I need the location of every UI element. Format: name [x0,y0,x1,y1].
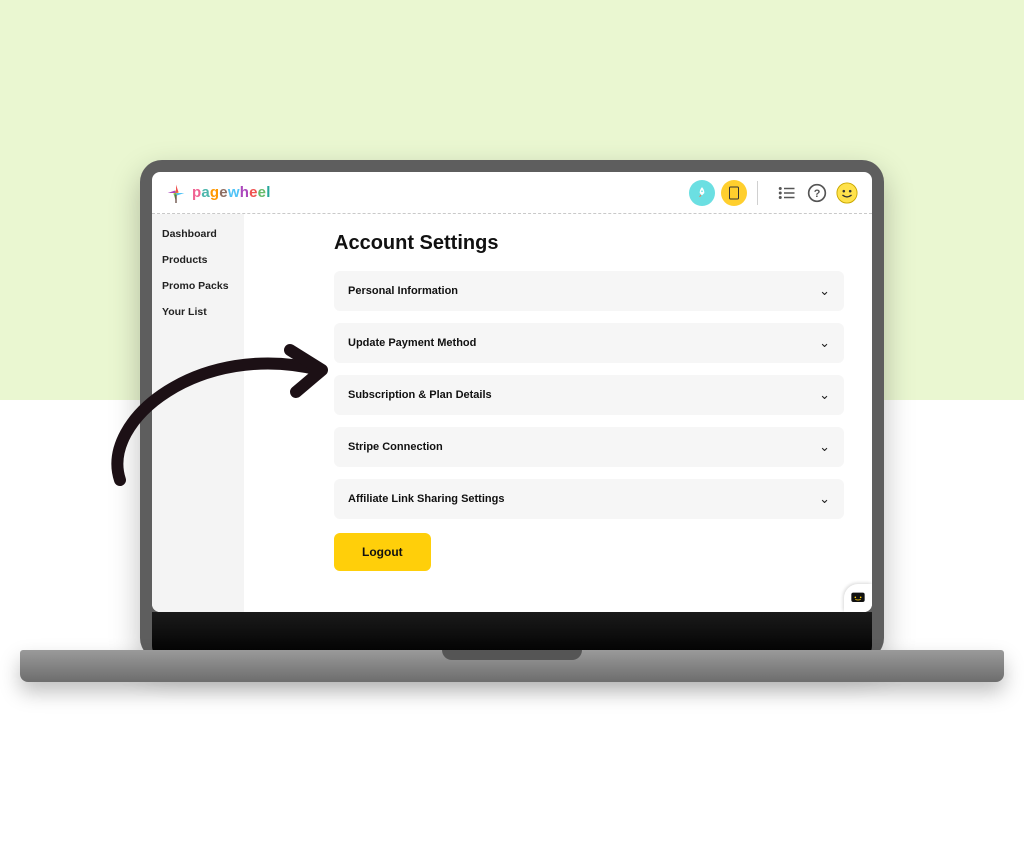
accordion-label: Affiliate Link Sharing Settings [348,493,504,505]
sidebar-item-promo-packs[interactable]: Promo Packs [162,280,234,292]
accordion-update-payment-method[interactable]: Update Payment Method ⌄ [334,323,844,363]
accordion-stripe-connection[interactable]: Stripe Connection ⌄ [334,427,844,467]
svg-text:?: ? [814,188,821,200]
app-screen: pagewheel [152,172,872,612]
smiley-icon [836,182,858,204]
chevron-down-icon: ⌄ [819,491,830,507]
accordion-subscription-plan-details[interactable]: Subscription & Plan Details ⌄ [334,375,844,415]
page-title: Account Settings [334,232,844,255]
accordion-label: Stripe Connection [348,441,443,453]
accordion-personal-information[interactable]: Personal Information ⌄ [334,271,844,311]
brand-logo[interactable]: pagewheel [166,183,271,203]
list-icon [778,186,796,200]
topbar-divider [757,181,758,205]
main-content: Account Settings Personal Information ⌄ … [244,214,872,612]
accordion-label: Personal Information [348,285,458,297]
accordion-label: Update Payment Method [348,337,476,349]
chat-widget[interactable] [844,584,872,612]
chevron-down-icon: ⌄ [819,283,830,299]
help-button[interactable]: ? [806,182,828,204]
sidebar-item-products[interactable]: Products [162,254,234,266]
brand-text: pagewheel [192,184,271,202]
settings-accordion: Personal Information ⌄ Update Payment Me… [334,271,844,519]
document-icon [728,186,740,200]
laptop-notch [442,650,582,660]
accordion-label: Subscription & Plan Details [348,389,492,401]
laptop-frame: pagewheel [140,160,884,660]
pinwheel-icon [166,183,186,203]
chevron-down-icon: ⌄ [819,335,830,351]
rocket-button[interactable] [689,180,715,206]
laptop-base [20,650,1004,682]
document-button[interactable] [721,180,747,206]
help-icon: ? [807,183,827,203]
profile-smiley-button[interactable] [836,182,858,204]
accordion-affiliate-link-sharing[interactable]: Affiliate Link Sharing Settings ⌄ [334,479,844,519]
chevron-down-icon: ⌄ [819,387,830,403]
sidebar-item-dashboard[interactable]: Dashboard [162,228,234,240]
chevron-down-icon: ⌄ [819,439,830,455]
chat-icon [850,590,866,606]
sidebar: Dashboard Products Promo Packs Your List [152,214,244,612]
app-body: Dashboard Products Promo Packs Your List… [152,214,872,612]
rocket-icon [695,186,709,200]
sidebar-item-your-list[interactable]: Your List [162,306,234,318]
topbar: pagewheel [152,172,872,214]
list-button[interactable] [776,182,798,204]
logout-button[interactable]: Logout [334,533,431,571]
